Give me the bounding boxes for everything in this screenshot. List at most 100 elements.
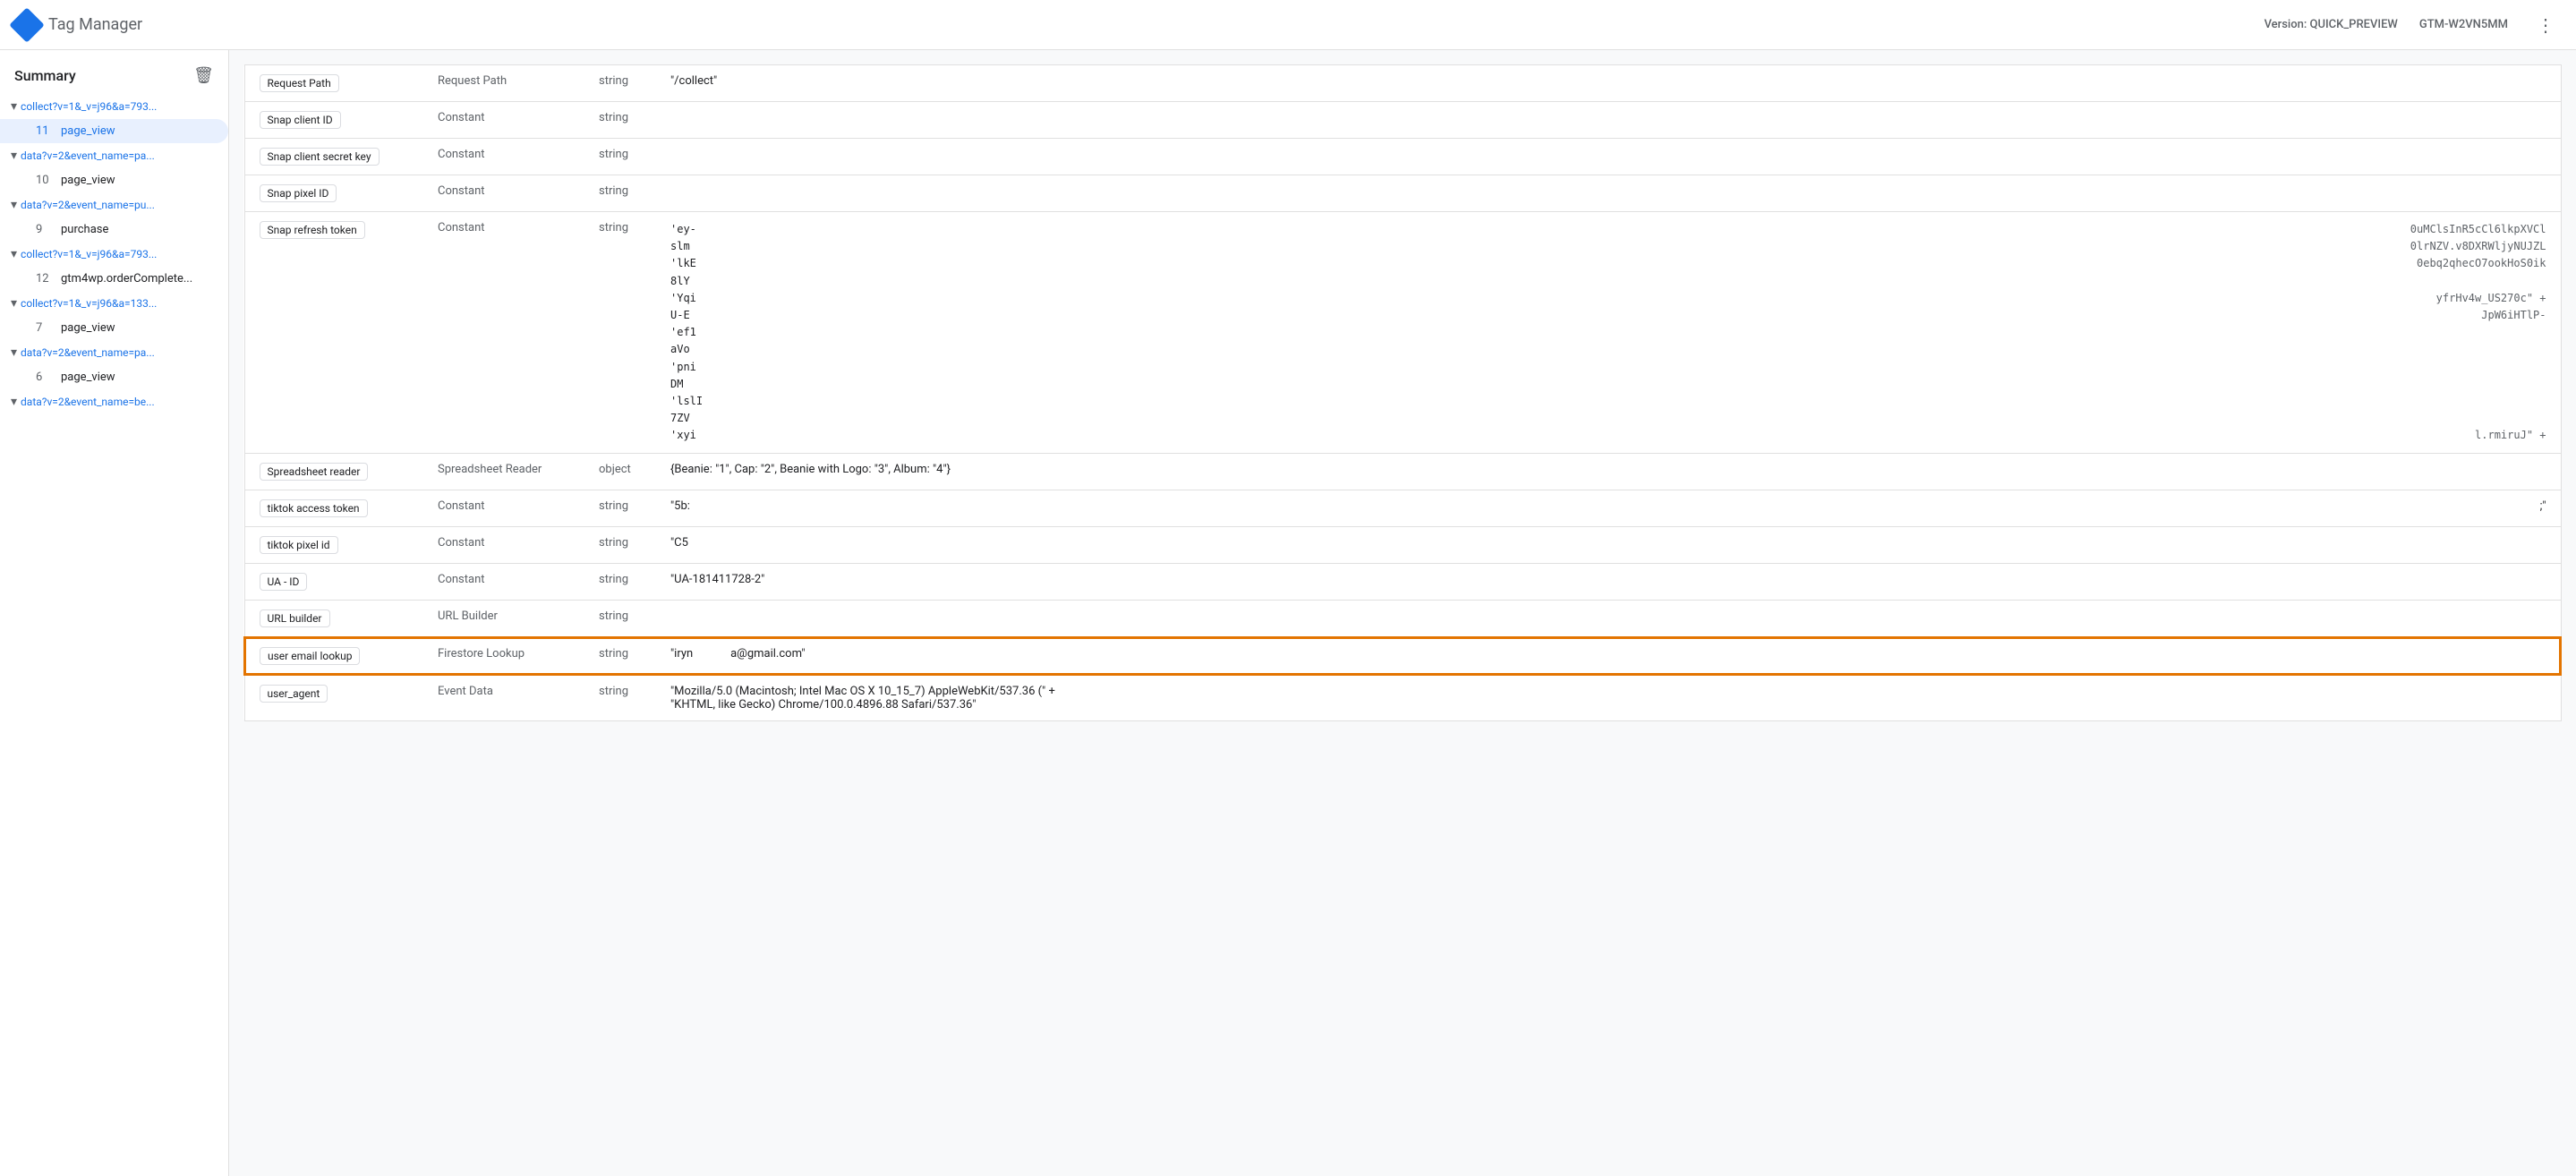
value-left: "5b: [670,499,690,513]
var-datatype: string [584,65,656,102]
item-num: 9 [36,223,54,236]
sidebar-parent-6[interactable]: ▾ data?v=2&event_name=pa... [0,340,228,365]
var-type: URL Builder [423,601,584,638]
sidebar-item-page-view-6[interactable]: 6 page_view [0,365,228,389]
item-num: 10 [36,174,54,187]
app-logo: Tag Manager [14,13,142,38]
sidebar-parent-label-3: data?v=2&event_name=pu... [21,199,221,211]
table-row: Spreadsheet reader Spreadsheet Reader ob… [244,454,2561,490]
var-value: {Beanie: "1", Cap: "2", Beanie with Logo… [656,454,2561,490]
chevron-down-icon: ▾ [11,198,17,212]
var-value [656,601,2561,638]
sidebar-parent-5[interactable]: ▾ collect?v=1&_v=j96&a=133... [0,291,228,316]
table-row: user_agent Event Data string "Mozilla/5.… [244,675,2561,721]
more-options-button[interactable]: ⋮ [2529,11,2562,39]
var-datatype: string [584,527,656,564]
var-name: user_agent [260,685,328,703]
app-header: Tag Manager Version: QUICK_PREVIEW GTM-W… [0,0,2576,50]
table-row-highlighted: user email lookup Firestore Lookup strin… [244,637,2561,675]
var-datatype: string [599,647,628,660]
sidebar-group-1: ▾ collect?v=1&_v=j96&a=793... 11 page_vi… [0,94,228,143]
main-content: Request Path Request Path string "/colle… [229,50,2576,1176]
chevron-down-icon: ▾ [11,149,17,163]
item-label: purchase [61,223,108,236]
var-type: Constant [423,564,584,601]
var-name: URL builder [260,609,330,627]
sidebar-parent-7[interactable]: ▾ data?v=2&event_name=be... [0,389,228,414]
sidebar-parent-label-6: data?v=2&event_name=pa... [21,346,221,359]
token-right: 0uMClsInR5cCl6lkpXVCl 0lrNZV.v8DXRWljyNU… [2410,221,2546,444]
version-label: Version: QUICK_PREVIEW [2265,18,2398,31]
sidebar-item-page-view-10[interactable]: 10 page_view [0,168,228,192]
var-value: "/collect" [656,65,2561,102]
var-name: UA - ID [260,573,308,591]
var-name: Snap refresh token [260,221,365,239]
table-row: tiktok access token Constant string "5b:… [244,490,2561,527]
var-datatype: string [584,102,656,139]
header-right: Version: QUICK_PREVIEW GTM-W2VN5MM ⋮ [2265,11,2562,39]
sidebar-group-4: ▾ collect?v=1&_v=j96&a=793... 12 gtm4wp.… [0,242,228,291]
item-label: page_view [61,124,115,138]
sidebar-summary: Summary 🗑 [0,57,228,94]
table-row: URL builder URL Builder string [244,601,2561,638]
item-num: 6 [36,371,54,384]
var-name: tiktok pixel id [260,536,338,554]
sidebar-parent-3[interactable]: ▾ data?v=2&event_name=pu... [0,192,228,217]
sidebar-parent-label-2: data?v=2&event_name=pa... [21,149,221,162]
var-name: Snap client secret key [260,148,380,166]
table-row: tiktok pixel id Constant string "C5 [244,527,2561,564]
sidebar: Summary 🗑 ▾ collect?v=1&_v=j96&a=793... … [0,50,229,1176]
var-name: tiktok access token [260,499,368,517]
var-datatype: string [584,212,656,454]
chevron-right-icon: ▾ [11,395,17,409]
delete-icon[interactable]: 🗑 [193,66,214,85]
var-name: user email lookup [260,647,360,665]
var-type: Constant [423,527,584,564]
var-value: "Mozilla/5.0 (Macintosh; Intel Mac OS X … [656,675,2561,721]
var-datatype: string [584,675,656,721]
sidebar-parent-2[interactable]: ▾ data?v=2&event_name=pa... [0,143,228,168]
sidebar-item-page-view-11[interactable]: 11 page_view [0,119,228,143]
item-num: 12 [36,272,54,285]
var-name: Snap pixel ID [260,184,337,202]
table-row: Snap refresh token Constant string 'ey-s… [244,212,2561,454]
sidebar-parent-4[interactable]: ▾ collect?v=1&_v=j96&a=793... [0,242,228,267]
var-type: Constant [423,102,584,139]
var-type: Request Path [423,65,584,102]
main-layout: Summary 🗑 ▾ collect?v=1&_v=j96&a=793... … [0,50,2576,1176]
variables-table: Request Path Request Path string "/colle… [243,64,2562,721]
var-name: Snap client ID [260,111,341,129]
summary-label: Summary [14,67,76,84]
chevron-down-icon: ▾ [11,247,17,261]
var-datatype: string [584,175,656,212]
var-value: "iryn a@gmail.com" [670,647,805,660]
sidebar-parent-label-4: collect?v=1&_v=j96&a=793... [21,248,221,260]
var-value: 'ey-slm'lkE8lY'YqiU-E'ef1aVo'pniDM'lslI7… [656,212,2561,454]
logo-diamond-icon [9,7,45,43]
sidebar-group-6: ▾ data?v=2&event_name=pa... 6 page_view [0,340,228,389]
sidebar-item-purchase-9[interactable]: 9 purchase [0,217,228,242]
sidebar-item-gtm4wp-12[interactable]: 12 gtm4wp.orderComplete... [0,267,228,291]
sidebar-item-page-view-7[interactable]: 7 page_view [0,316,228,340]
gtm-id-label: GTM-W2VN5MM [2419,18,2508,31]
var-value: "5b: ;" [656,490,2561,527]
app-title: Tag Manager [48,15,142,34]
var-value [656,102,2561,139]
var-value: "UA-181411728-2" [656,564,2561,601]
sidebar-group-3: ▾ data?v=2&event_name=pu... 9 purchase [0,192,228,242]
item-label: page_view [61,174,115,187]
sidebar-parent-1[interactable]: ▾ collect?v=1&_v=j96&a=793... [0,94,228,119]
token-left: 'ey-slm'lkE8lY'YqiU-E'ef1aVo'pniDM'lslI7… [670,221,703,444]
table-row: Request Path Request Path string "/colle… [244,65,2561,102]
table-row: Snap pixel ID Constant string [244,175,2561,212]
value-right: ;" [2540,499,2546,513]
sidebar-group-2: ▾ data?v=2&event_name=pa... 10 page_view [0,143,228,192]
var-datatype: string [584,139,656,175]
var-name: Spreadsheet reader [260,463,369,481]
chevron-down-icon: ▾ [11,345,17,360]
item-num: 7 [36,321,54,335]
var-type: Spreadsheet Reader [423,454,584,490]
sidebar-parent-label-5: collect?v=1&_v=j96&a=133... [21,297,221,310]
item-num: 11 [36,124,54,138]
item-label: gtm4wp.orderComplete... [61,272,192,285]
